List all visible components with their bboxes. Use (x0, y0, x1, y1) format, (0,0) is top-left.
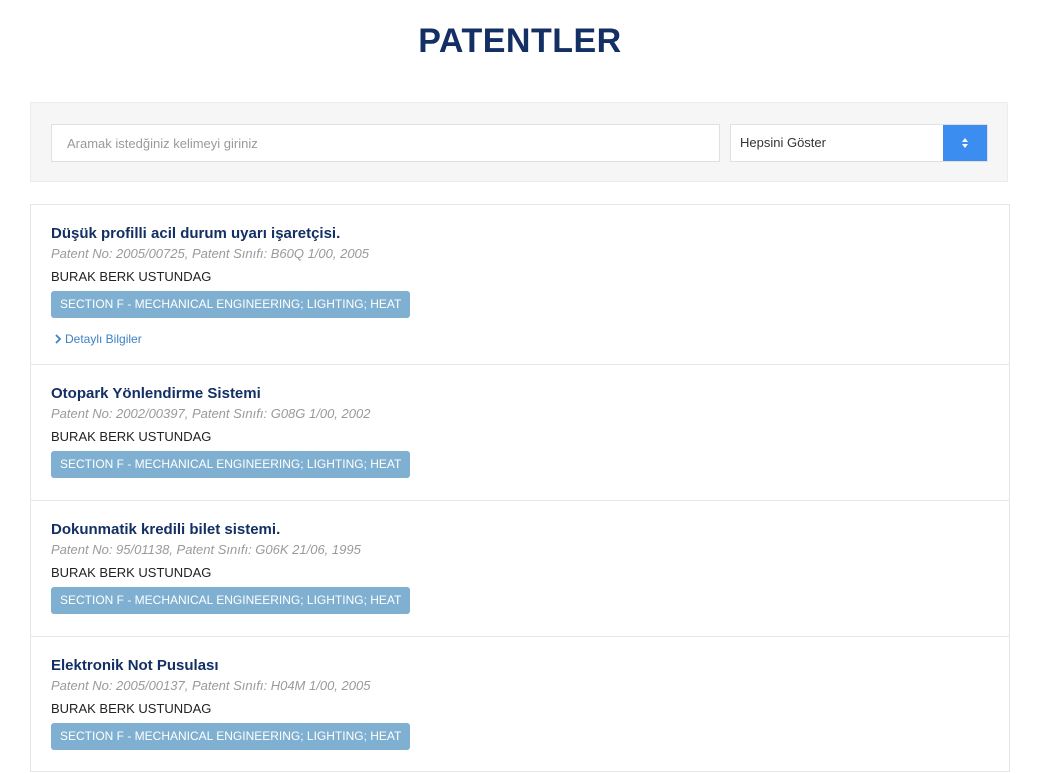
chevron-right-icon (55, 334, 61, 344)
patent-owner: BURAK BERK USTUNDAG (51, 266, 989, 288)
patent-section-badge: SECTION F - MECHANICAL ENGINEERING; LIGH… (51, 451, 410, 478)
patent-list: Düşük profilli acil durum uyarı işaretçi… (30, 204, 1010, 772)
patent-section-badge: SECTION F - MECHANICAL ENGINEERING; LIGH… (51, 291, 410, 318)
detail-link[interactable]: Detaylı Bilgiler (51, 331, 989, 347)
patent-card: Elektronik Not Pusulası Patent No: 2005/… (30, 636, 1010, 772)
sort-arrows-icon (961, 137, 969, 149)
patent-card: Otopark Yönlendirme Sistemi Patent No: 2… (30, 364, 1010, 500)
patent-title[interactable]: Otopark Yönlendirme Sistemi (51, 384, 989, 404)
search-panel: Hepsini Göster (30, 102, 1008, 182)
search-input[interactable] (51, 124, 720, 162)
patent-owner: BURAK BERK USTUNDAG (51, 562, 989, 584)
patent-owner: BURAK BERK USTUNDAG (51, 698, 989, 720)
page-title: PATENTLER (0, 22, 1040, 61)
filter-select-value: Hepsini Göster (740, 125, 826, 161)
select-arrow-button[interactable] (943, 125, 987, 161)
filter-select[interactable]: Hepsini Göster (730, 124, 988, 162)
patent-section-badge: SECTION F - MECHANICAL ENGINEERING; LIGH… (51, 723, 410, 750)
patent-title[interactable]: Dokunmatik kredili bilet sistemi. (51, 520, 989, 540)
patent-meta: Patent No: 2002/00397, Patent Sınıfı: G0… (51, 404, 989, 424)
detail-link-label: Detaylı Bilgiler (65, 332, 142, 346)
patent-meta: Patent No: 2005/00725, Patent Sınıfı: B6… (51, 244, 989, 264)
patent-title[interactable]: Elektronik Not Pusulası (51, 656, 989, 676)
patent-meta: Patent No: 2005/00137, Patent Sınıfı: H0… (51, 676, 989, 696)
patent-section-badge: SECTION F - MECHANICAL ENGINEERING; LIGH… (51, 587, 410, 614)
patent-title[interactable]: Düşük profilli acil durum uyarı işaretçi… (51, 224, 989, 244)
patent-meta: Patent No: 95/01138, Patent Sınıfı: G06K… (51, 540, 989, 560)
patent-owner: BURAK BERK USTUNDAG (51, 426, 989, 448)
patent-card: Düşük profilli acil durum uyarı işaretçi… (30, 204, 1010, 364)
patent-card: Dokunmatik kredili bilet sistemi. Patent… (30, 500, 1010, 636)
